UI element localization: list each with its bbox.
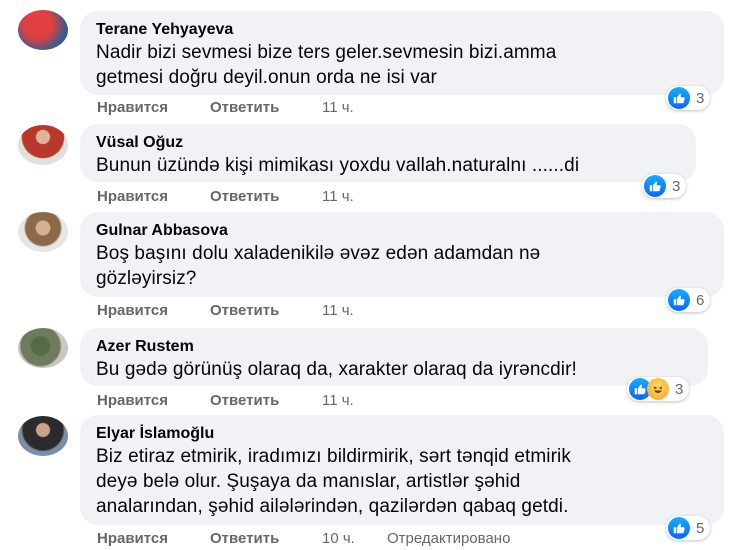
reply-button[interactable]: Ответить	[210, 188, 279, 205]
comment-author[interactable]: Elyar İslamoğlu	[96, 424, 706, 444]
reaction-count: 5	[696, 519, 705, 537]
comment-author[interactable]: Azer Rustem	[96, 337, 690, 357]
comment-author[interactable]: Vüsal Oğuz	[96, 133, 678, 153]
reaction-summary[interactable]: 3	[627, 377, 690, 401]
reply-button[interactable]: Ответить	[210, 392, 279, 409]
comment-text-line: Biz etiraz etmirik, iradımızı bildirmiri…	[96, 446, 571, 467]
like-icon	[668, 87, 690, 109]
haha-icon	[647, 378, 669, 400]
like-icon	[668, 289, 690, 311]
comment-bubble: Elyar İslamoğlu Biz etiraz etmirik, irad…	[80, 415, 724, 525]
comment-timestamp[interactable]: 11 ч.	[322, 392, 354, 409]
avatar[interactable]	[18, 416, 68, 456]
comment-text-line: Boş başını dolu xaladenikilə əvəz edən a…	[96, 243, 541, 264]
avatar[interactable]	[18, 10, 68, 50]
reply-button[interactable]: Ответить	[210, 530, 279, 547]
comment-bubble: Gulnar Abbasova Boş başını dolu xaladeni…	[80, 212, 724, 297]
reaction-count: 3	[672, 177, 681, 195]
comment-author[interactable]: Gulnar Abbasova	[96, 221, 706, 241]
like-button[interactable]: Нравится	[97, 188, 168, 205]
comment-text-line: Bu gədə görünüş olaraq da, xarakter olar…	[96, 359, 577, 380]
comment-bubble: Terane Yehyayeva Nadir bizi sevmesi bize…	[80, 11, 724, 95]
comment-text-line: Bunun üzündə kişi mimikası yoxdu vallah.…	[96, 155, 580, 176]
comment-text-line: getmesi doğru deyil.onun orda ne isi var	[96, 67, 437, 88]
avatar[interactable]	[18, 125, 68, 165]
reply-button[interactable]: Ответить	[210, 302, 279, 319]
reaction-summary[interactable]: 6	[666, 288, 711, 312]
edited-label[interactable]: Отредактировано	[387, 530, 510, 547]
reaction-summary[interactable]: 3	[666, 86, 711, 110]
comment-text-line: Nadir bizi sevmesi bize ters geler.sevme…	[96, 42, 557, 63]
comment-text-line: gözləyirsiz?	[96, 268, 197, 289]
reaction-count: 6	[696, 291, 705, 309]
like-icon	[644, 175, 666, 197]
like-button[interactable]: Нравится	[97, 530, 168, 547]
comment-text-line: analarından, şəhid ailələrindən, qazilər…	[96, 496, 569, 517]
like-button[interactable]: Нравится	[97, 392, 168, 409]
comment-text-line: deyə belə olur. Şuşaya da manıslar, arti…	[96, 471, 521, 492]
like-button[interactable]: Нравится	[97, 99, 168, 116]
comment-timestamp[interactable]: 11 ч.	[322, 302, 354, 319]
reaction-summary[interactable]: 3	[642, 174, 687, 198]
reply-button[interactable]: Ответить	[210, 99, 279, 116]
comment-timestamp[interactable]: 11 ч.	[322, 188, 354, 205]
comment-bubble: Azer Rustem Bu gədə görünüş olaraq da, x…	[80, 328, 708, 386]
avatar[interactable]	[18, 212, 68, 252]
comment-timestamp[interactable]: 10 ч.	[322, 530, 355, 547]
comment-author[interactable]: Terane Yehyayeva	[96, 20, 706, 40]
avatar[interactable]	[18, 328, 68, 368]
like-icon	[668, 517, 690, 539]
reaction-count: 3	[696, 89, 705, 107]
reaction-summary[interactable]: 5	[666, 516, 711, 540]
reaction-count: 3	[675, 380, 684, 398]
like-button[interactable]: Нравится	[97, 302, 168, 319]
comment-bubble: Vüsal Oğuz Bunun üzündə kişi mimikası yo…	[80, 124, 696, 182]
comment-timestamp[interactable]: 11 ч.	[322, 99, 354, 116]
